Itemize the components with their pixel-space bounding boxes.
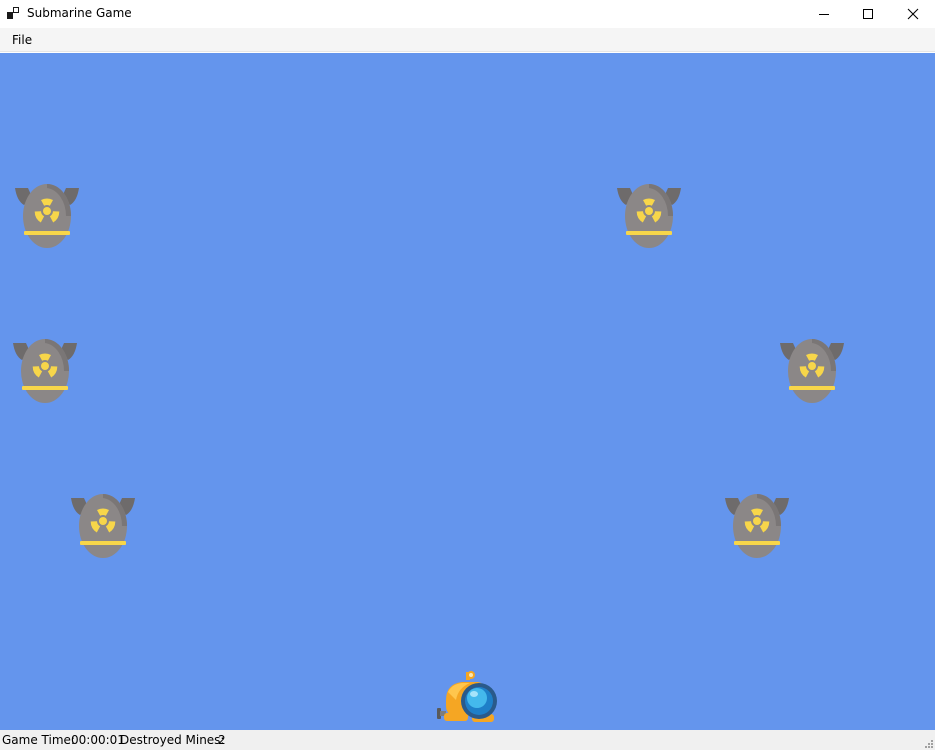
radioactive-mine-icon (617, 184, 681, 248)
radioactive-mine (14, 183, 80, 249)
radioactive-mine (616, 183, 682, 249)
app-window-icon (7, 7, 19, 19)
minimize-button[interactable] (801, 0, 847, 28)
destroyed-mines-label: Destroyed Mines: (120, 733, 225, 747)
game-window: Submarine Game File Game Time: 00:00:01 … (0, 0, 935, 750)
title-bar: Submarine Game (0, 0, 935, 28)
radioactive-mine-icon (725, 494, 789, 558)
game-time-label: Game Time: (2, 733, 75, 747)
minimize-icon (819, 14, 829, 15)
maximize-icon (863, 9, 873, 19)
player-submarine[interactable] (436, 670, 500, 726)
submarine-icon (437, 671, 497, 722)
radioactive-mine (12, 338, 78, 404)
close-icon (907, 8, 919, 20)
status-bar: Game Time: 00:00:01 Destroyed Mines: 2 (0, 730, 935, 750)
radioactive-mine-icon (71, 494, 135, 558)
radioactive-mine (779, 338, 845, 404)
radioactive-mine-icon (15, 184, 79, 248)
radioactive-mine-icon (780, 339, 844, 403)
game-area[interactable] (0, 53, 935, 730)
resize-grip-icon[interactable] (924, 739, 934, 749)
menu-bar: File (0, 28, 935, 52)
radioactive-mine (70, 493, 136, 559)
menu-file[interactable]: File (5, 31, 39, 49)
maximize-button[interactable] (845, 0, 891, 28)
game-time-value: 00:00:01 (71, 733, 125, 747)
radioactive-mine (724, 493, 790, 559)
close-button[interactable] (890, 0, 935, 28)
destroyed-mines-value: 2 (218, 733, 226, 747)
window-title: Submarine Game (27, 6, 132, 20)
radioactive-mine-icon (13, 339, 77, 403)
